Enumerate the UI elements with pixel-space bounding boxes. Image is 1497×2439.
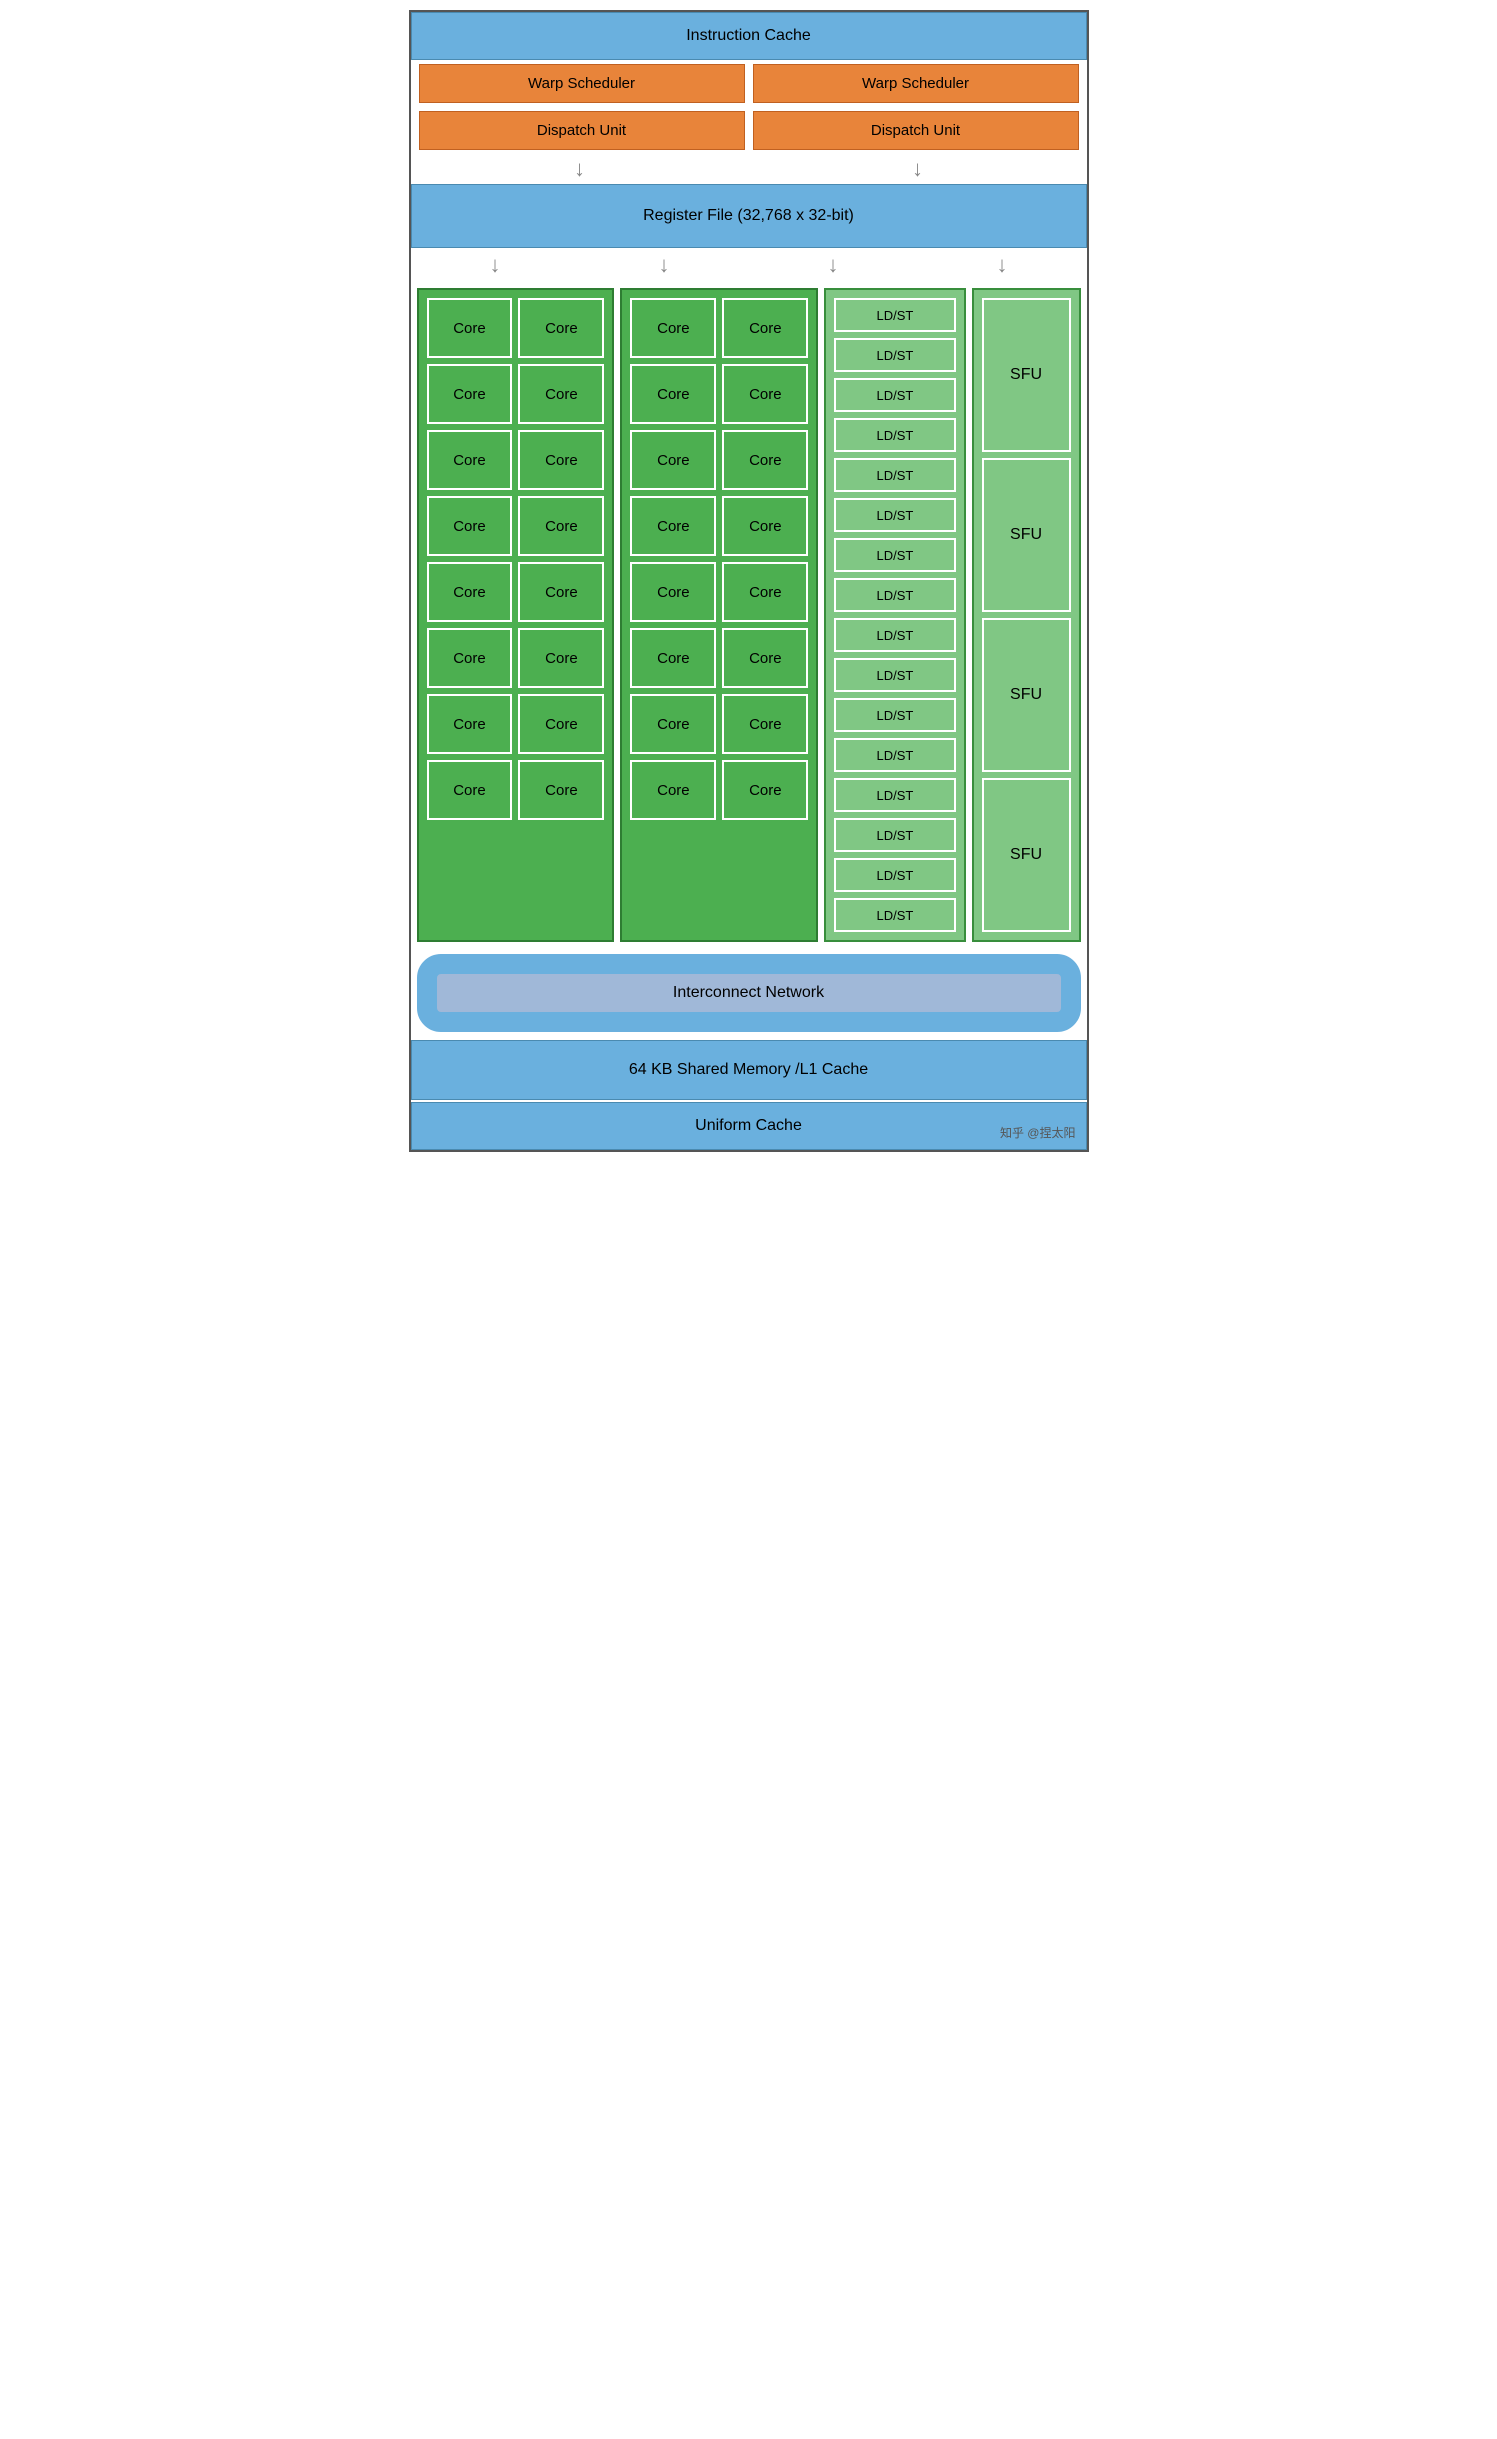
core-group-1: Core Core Core Core Core Core Core Core … <box>417 288 615 942</box>
core-2-11: Core <box>630 628 716 688</box>
core-1-10: Core <box>518 562 604 622</box>
instruction-cache: Instruction Cache <box>411 12 1087 60</box>
core-1-11: Core <box>427 628 513 688</box>
core-1-14: Core <box>518 694 604 754</box>
core-1-15: Core <box>427 760 513 820</box>
core-1-7: Core <box>427 496 513 556</box>
ldst-3: LD/ST <box>834 378 955 412</box>
arrow-2: ↓ <box>912 156 923 182</box>
core-2-12: Core <box>722 628 808 688</box>
ldst-2: LD/ST <box>834 338 955 372</box>
ldst-5: LD/ST <box>834 458 955 492</box>
ldst-9: LD/ST <box>834 618 955 652</box>
watermark: 知乎 @捏太阳 <box>1000 1124 1076 1141</box>
core-row-2-3: Core Core <box>630 430 808 490</box>
interconnect-network: Interconnect Network <box>417 954 1081 1032</box>
core-1-16: Core <box>518 760 604 820</box>
core-2-2: Core <box>722 298 808 358</box>
arrow-6: ↓ <box>997 252 1008 278</box>
ldst-1: LD/ST <box>834 298 955 332</box>
dispatch-unit-1: Dispatch Unit <box>419 111 745 150</box>
core-row-2-7: Core Core <box>630 694 808 754</box>
diagram-wrapper: Instruction Cache Warp Scheduler Warp Sc… <box>409 10 1089 1152</box>
dispatch-unit-2: Dispatch Unit <box>753 111 1079 150</box>
ldst-7: LD/ST <box>834 538 955 572</box>
core-2-7: Core <box>630 496 716 556</box>
arrow-4: ↓ <box>659 252 670 278</box>
ldst-8: LD/ST <box>834 578 955 612</box>
core-row-1-8: Core Core <box>427 760 605 820</box>
core-row-1-7: Core Core <box>427 694 605 754</box>
core-1-2: Core <box>518 298 604 358</box>
core-1-13: Core <box>427 694 513 754</box>
core-row-1-5: Core Core <box>427 562 605 622</box>
uniform-cache: Uniform Cache 知乎 @捏太阳 <box>411 1102 1087 1150</box>
ldst-10: LD/ST <box>834 658 955 692</box>
core-2-8: Core <box>722 496 808 556</box>
ldst-15: LD/ST <box>834 858 955 892</box>
core-row-2-2: Core Core <box>630 364 808 424</box>
warp-scheduler-2: Warp Scheduler <box>753 64 1079 103</box>
arrow-row-2: ↓ ↓ ↓ ↓ <box>411 248 1087 282</box>
sfu-4: SFU <box>982 778 1071 932</box>
core-row-2-1: Core Core <box>630 298 808 358</box>
core-2-1: Core <box>630 298 716 358</box>
ldst-12: LD/ST <box>834 738 955 772</box>
core-1-9: Core <box>427 562 513 622</box>
core-1-5: Core <box>427 430 513 490</box>
arrow-5: ↓ <box>828 252 839 278</box>
arrow-1: ↓ <box>574 156 585 182</box>
core-1-4: Core <box>518 364 604 424</box>
arrow-row-1: ↓ ↓ <box>411 154 1087 184</box>
core-2-9: Core <box>630 562 716 622</box>
warp-scheduler-1: Warp Scheduler <box>419 64 745 103</box>
core-row-2-8: Core Core <box>630 760 808 820</box>
ldst-4: LD/ST <box>834 418 955 452</box>
core-2-14: Core <box>722 694 808 754</box>
arrow-3: ↓ <box>490 252 501 278</box>
core-row-1-6: Core Core <box>427 628 605 688</box>
core-row-2-4: Core Core <box>630 496 808 556</box>
ldst-13: LD/ST <box>834 778 955 812</box>
ldst-6: LD/ST <box>834 498 955 532</box>
core-2-5: Core <box>630 430 716 490</box>
warp-scheduler-row: Warp Scheduler Warp Scheduler <box>411 60 1087 107</box>
core-row-2-6: Core Core <box>630 628 808 688</box>
core-2-4: Core <box>722 364 808 424</box>
ldst-11: LD/ST <box>834 698 955 732</box>
core-2-13: Core <box>630 694 716 754</box>
sfu-2: SFU <box>982 458 1071 612</box>
ldst-16: LD/ST <box>834 898 955 932</box>
sfu-group: SFU SFU SFU SFU <box>972 288 1081 942</box>
core-1-1: Core <box>427 298 513 358</box>
core-2-6: Core <box>722 430 808 490</box>
core-2-3: Core <box>630 364 716 424</box>
core-2-10: Core <box>722 562 808 622</box>
cores-section: Core Core Core Core Core Core Core Core … <box>411 282 1087 948</box>
uniform-cache-label: Uniform Cache <box>695 1117 802 1134</box>
sfu-3: SFU <box>982 618 1071 772</box>
ldst-group: LD/ST LD/ST LD/ST LD/ST LD/ST LD/ST LD/S… <box>824 288 965 942</box>
core-row-1-1: Core Core <box>427 298 605 358</box>
core-2-15: Core <box>630 760 716 820</box>
core-row-1-2: Core Core <box>427 364 605 424</box>
core-row-1-4: Core Core <box>427 496 605 556</box>
core-group-2: Core Core Core Core Core Core Core Core … <box>620 288 818 942</box>
core-1-3: Core <box>427 364 513 424</box>
core-row-2-5: Core Core <box>630 562 808 622</box>
core-1-6: Core <box>518 430 604 490</box>
register-file: Register File (32,768 x 32-bit) <box>411 184 1087 248</box>
core-1-8: Core <box>518 496 604 556</box>
ldst-14: LD/ST <box>834 818 955 852</box>
sfu-1: SFU <box>982 298 1071 452</box>
core-1-12: Core <box>518 628 604 688</box>
core-row-1-3: Core Core <box>427 430 605 490</box>
dispatch-unit-row: Dispatch Unit Dispatch Unit <box>411 107 1087 154</box>
shared-memory: 64 KB Shared Memory /L1 Cache <box>411 1040 1087 1100</box>
core-2-16: Core <box>722 760 808 820</box>
